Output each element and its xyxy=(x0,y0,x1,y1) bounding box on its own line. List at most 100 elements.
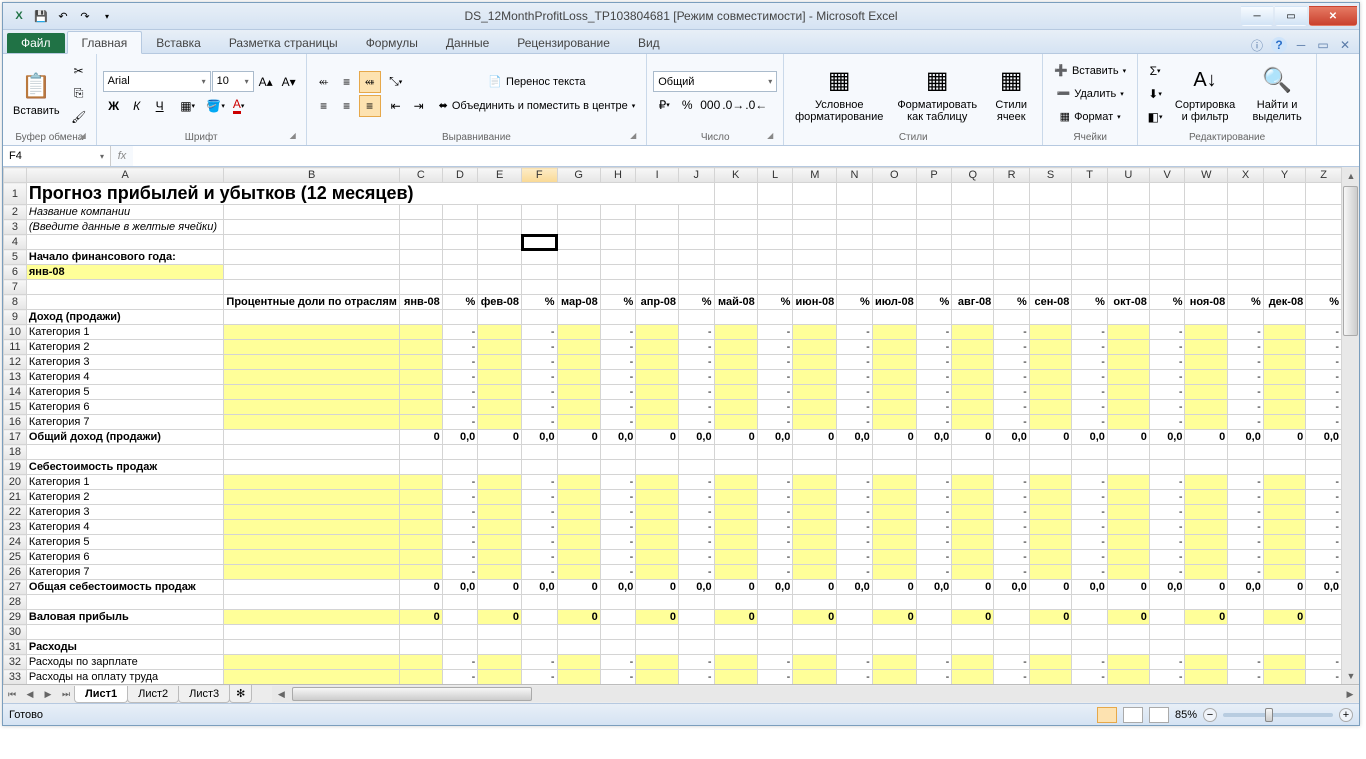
cell-U7[interactable] xyxy=(1107,280,1149,295)
cell-O24[interactable] xyxy=(872,535,916,550)
cell-Y3[interactable] xyxy=(1263,220,1305,235)
cell-X15[interactable]: - xyxy=(1228,400,1264,415)
cell-Z2[interactable] xyxy=(1306,205,1342,220)
cell-V17[interactable]: 0,0 xyxy=(1149,430,1185,445)
cell-T30[interactable] xyxy=(1072,625,1108,640)
cell-K32[interactable] xyxy=(714,655,757,670)
cell-N20[interactable]: - xyxy=(837,475,873,490)
cell-Q3[interactable] xyxy=(952,220,994,235)
cell-E4[interactable] xyxy=(478,235,522,250)
cell-V14[interactable]: - xyxy=(1149,385,1185,400)
cell-H25[interactable]: - xyxy=(600,550,636,565)
cell-C13[interactable] xyxy=(399,370,442,385)
cell-V20[interactable]: - xyxy=(1149,475,1185,490)
cell-G7[interactable] xyxy=(557,280,600,295)
cell-F8[interactable]: % xyxy=(522,295,558,310)
cut-icon[interactable]: ✂ xyxy=(68,60,90,82)
row-header-10[interactable]: 10 xyxy=(4,325,27,340)
cell-D27[interactable]: 0,0 xyxy=(442,580,478,595)
cell-U17[interactable]: 0 xyxy=(1107,430,1149,445)
cell-E7[interactable] xyxy=(478,280,522,295)
col-header-H[interactable]: H xyxy=(600,168,636,183)
delete-cells-button[interactable]: ➖Удалить▾ xyxy=(1049,83,1131,105)
cell-O9[interactable] xyxy=(872,310,916,325)
cell-J6[interactable] xyxy=(679,265,715,280)
cell-M1[interactable] xyxy=(793,183,837,205)
cell-E25[interactable] xyxy=(478,550,522,565)
cell-N23[interactable]: - xyxy=(837,520,873,535)
cell-V11[interactable]: - xyxy=(1149,340,1185,355)
cell-C3[interactable] xyxy=(399,220,442,235)
cell-P5[interactable] xyxy=(916,250,952,265)
accounting-format-icon[interactable]: ₽▾ xyxy=(653,94,675,116)
cell-I19[interactable] xyxy=(636,460,679,475)
cell-O32[interactable] xyxy=(872,655,916,670)
copy-icon[interactable]: ⎘ xyxy=(68,83,90,105)
cell-R11[interactable]: - xyxy=(994,340,1030,355)
cell-A24[interactable]: Категория 5 xyxy=(26,535,224,550)
cell-O4[interactable] xyxy=(872,235,916,250)
cell-I3[interactable] xyxy=(636,220,679,235)
cell-K24[interactable] xyxy=(714,535,757,550)
zoom-thumb[interactable] xyxy=(1265,708,1273,722)
cell-X28[interactable] xyxy=(1228,595,1264,610)
cell-G32[interactable] xyxy=(557,655,600,670)
cell-D26[interactable]: - xyxy=(442,565,478,580)
cell-M8[interactable]: июн-08 xyxy=(793,295,837,310)
cell-C9[interactable] xyxy=(399,310,442,325)
cell-P20[interactable]: - xyxy=(916,475,952,490)
cell-M11[interactable] xyxy=(793,340,837,355)
cell-J2[interactable] xyxy=(679,205,715,220)
cell-V13[interactable]: - xyxy=(1149,370,1185,385)
cell-D20[interactable]: - xyxy=(442,475,478,490)
cell-E2[interactable] xyxy=(478,205,522,220)
cell-U16[interactable] xyxy=(1107,415,1149,430)
format-painter-icon[interactable]: 🖌 xyxy=(68,106,90,128)
cell-B3[interactable] xyxy=(224,220,399,235)
cell-Q11[interactable] xyxy=(952,340,994,355)
cell-V18[interactable] xyxy=(1149,445,1185,460)
cell-B15[interactable] xyxy=(224,400,399,415)
cell-Q4[interactable] xyxy=(952,235,994,250)
sheet-tab-1[interactable]: Лист1 xyxy=(74,686,128,703)
cell-F30[interactable] xyxy=(522,625,558,640)
cell-P15[interactable]: - xyxy=(916,400,952,415)
col-header-J[interactable]: J xyxy=(679,168,715,183)
cell-K18[interactable] xyxy=(714,445,757,460)
cell-R9[interactable] xyxy=(994,310,1030,325)
cell-O30[interactable] xyxy=(872,625,916,640)
cell-Y7[interactable] xyxy=(1263,280,1305,295)
cell-J19[interactable] xyxy=(679,460,715,475)
cell-Y32[interactable] xyxy=(1263,655,1305,670)
cell-H16[interactable]: - xyxy=(600,415,636,430)
cell-U6[interactable] xyxy=(1107,265,1149,280)
cell-A15[interactable]: Категория 6 xyxy=(26,400,224,415)
cell-T13[interactable]: - xyxy=(1072,370,1108,385)
cell-I6[interactable] xyxy=(636,265,679,280)
font-size-combo[interactable]: 10▾ xyxy=(212,71,254,92)
cell-T4[interactable] xyxy=(1072,235,1108,250)
cell-J30[interactable] xyxy=(679,625,715,640)
cell-T24[interactable]: - xyxy=(1072,535,1108,550)
cell-D18[interactable] xyxy=(442,445,478,460)
row-header-2[interactable]: 2 xyxy=(4,205,27,220)
cell-F31[interactable] xyxy=(522,640,558,655)
cell-K16[interactable] xyxy=(714,415,757,430)
cell-H22[interactable]: - xyxy=(600,505,636,520)
cell-Y24[interactable] xyxy=(1263,535,1305,550)
cell-T19[interactable] xyxy=(1072,460,1108,475)
cell-Y11[interactable] xyxy=(1263,340,1305,355)
col-header-I[interactable]: I xyxy=(636,168,679,183)
cell-N10[interactable]: - xyxy=(837,325,873,340)
cell-L23[interactable]: - xyxy=(757,520,793,535)
cell-Q22[interactable] xyxy=(952,505,994,520)
cell-A25[interactable]: Категория 6 xyxy=(26,550,224,565)
cell-C19[interactable] xyxy=(399,460,442,475)
align-dialog-launcher[interactable]: ◢ xyxy=(626,130,640,144)
cell-U15[interactable] xyxy=(1107,400,1149,415)
cell-U12[interactable] xyxy=(1107,355,1149,370)
cell-K5[interactable] xyxy=(714,250,757,265)
cell-O10[interactable] xyxy=(872,325,916,340)
cell-V19[interactable] xyxy=(1149,460,1185,475)
cell-B11[interactable] xyxy=(224,340,399,355)
